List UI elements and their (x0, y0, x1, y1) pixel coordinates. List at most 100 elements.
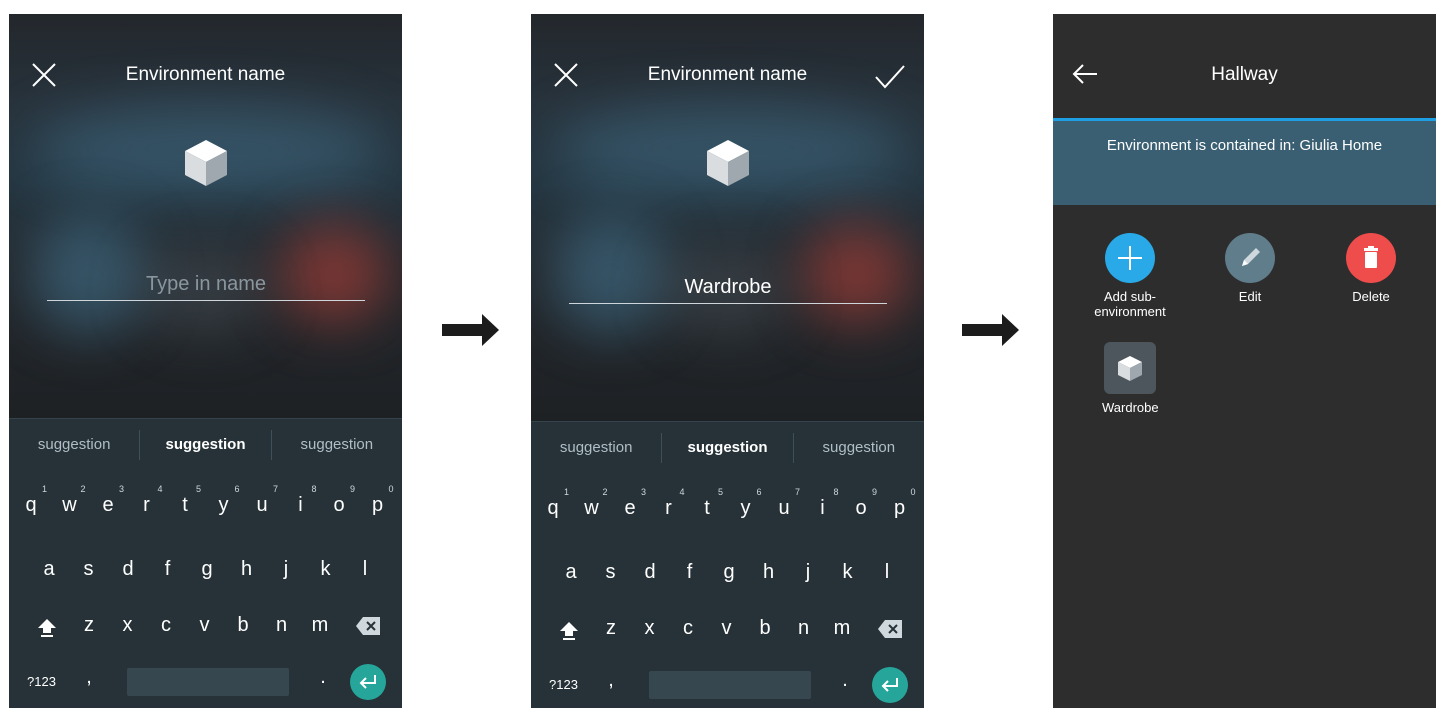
key-m[interactable]: m (302, 614, 338, 637)
key-v[interactable]: v (709, 617, 745, 640)
key-a[interactable]: a (553, 561, 589, 584)
key-f[interactable]: f (150, 558, 186, 581)
key-v[interactable]: v (187, 614, 223, 637)
backspace-icon[interactable] (877, 619, 903, 639)
symbols-key[interactable]: ?123 (27, 674, 56, 689)
key-l[interactable]: l (869, 561, 905, 584)
enter-icon[interactable] (872, 667, 908, 703)
key-b[interactable]: b (747, 617, 783, 640)
key-o[interactable]: o9 (321, 484, 357, 517)
key-comma[interactable]: , (593, 669, 629, 692)
key-i[interactable]: i8 (805, 487, 841, 520)
key-number-hint: 0 (910, 487, 916, 497)
key-s[interactable]: s (593, 561, 629, 584)
key-n[interactable]: n (786, 617, 822, 640)
key-n[interactable]: n (264, 614, 300, 637)
key-z[interactable]: z (593, 617, 629, 640)
key-y[interactable]: y6 (728, 487, 764, 520)
suggestion-center[interactable]: suggestion (140, 436, 270, 453)
symbols-key[interactable]: ?123 (549, 677, 578, 692)
key-w[interactable]: w2 (574, 487, 610, 520)
key-number-hint: 8 (833, 487, 839, 497)
key-a[interactable]: a (31, 558, 67, 581)
sub-environment-tile[interactable]: Wardrobe (1102, 342, 1159, 415)
space-bar[interactable] (127, 668, 289, 696)
key-o[interactable]: o9 (843, 487, 879, 520)
key-s[interactable]: s (71, 558, 107, 581)
key-number-hint: 6 (756, 487, 762, 497)
key-number-hint: 7 (794, 487, 800, 497)
key-b[interactable]: b (225, 614, 261, 637)
check-icon[interactable] (874, 64, 906, 90)
key-z[interactable]: z (71, 614, 107, 637)
key-comma[interactable]: , (71, 666, 107, 689)
key-j[interactable]: j (790, 561, 826, 584)
app-header: Hallway (1053, 14, 1436, 118)
suggestion-right[interactable]: suggestion (794, 439, 924, 456)
onscreen-keyboard: q 1 w 2 e 3 r 4 t 5 y 6 u 7 i 8 o 9 p 0 a s d f g h j k l z x c v b n m ?123… (9, 470, 402, 708)
key-period[interactable]: . (305, 666, 341, 689)
backspace-icon[interactable] (355, 616, 381, 636)
key-p[interactable]: p0 (882, 487, 918, 520)
key-number-hint: 8 (311, 484, 317, 494)
keyboard-row-4: ?123,. (9, 664, 402, 708)
key-q[interactable]: q1 (13, 484, 49, 517)
key-i[interactable]: i8 (283, 484, 319, 517)
key-x[interactable]: x (632, 617, 668, 640)
key-number-hint: 1 (563, 487, 569, 497)
right-arrow-icon (962, 314, 1019, 346)
key-number-hint: 5 (195, 484, 201, 494)
key-k[interactable]: k (830, 561, 866, 584)
key-p[interactable]: p0 (360, 484, 396, 517)
key-g[interactable]: g (189, 558, 225, 581)
edit-button[interactable]: Edit (1205, 233, 1295, 304)
keyboard-row-3: zxcvbnm (9, 614, 402, 668)
key-h[interactable]: h (229, 558, 265, 581)
key-k[interactable]: k (308, 558, 344, 581)
environment-name-input[interactable] (47, 269, 365, 301)
delete-label: Delete (1352, 289, 1390, 304)
shift-icon[interactable] (36, 616, 58, 638)
keyboard-row-4: ?123,. (531, 667, 924, 708)
key-w[interactable]: w2 (52, 484, 88, 517)
suggestion-right[interactable]: suggestion (272, 436, 402, 453)
key-r[interactable]: r4 (651, 487, 687, 520)
key-g[interactable]: g (711, 561, 747, 584)
key-period[interactable]: . (827, 669, 863, 692)
suggestion-left[interactable]: suggestion (531, 439, 661, 456)
key-f[interactable]: f (672, 561, 708, 584)
right-arrow-icon (442, 314, 499, 346)
key-e[interactable]: e3 (612, 487, 648, 520)
key-e[interactable]: e3 (90, 484, 126, 517)
page-title: Environment name (125, 64, 286, 85)
plus-icon (1105, 233, 1155, 283)
suggestion-center[interactable]: suggestion (662, 439, 792, 456)
key-c[interactable]: c (148, 614, 184, 637)
delete-button[interactable]: Delete (1326, 233, 1416, 304)
key-h[interactable]: h (751, 561, 787, 584)
shift-icon[interactable] (558, 619, 580, 641)
environment-name-input[interactable] (569, 272, 887, 304)
key-t[interactable]: t5 (689, 487, 725, 520)
key-d[interactable]: d (632, 561, 668, 584)
page-title: Hallway (1211, 64, 1278, 85)
key-t[interactable]: t5 (167, 484, 203, 517)
key-u[interactable]: u7 (766, 487, 802, 520)
space-bar[interactable] (649, 671, 811, 699)
key-r[interactable]: r4 (129, 484, 165, 517)
key-l[interactable]: l (347, 558, 383, 581)
key-u[interactable]: u7 (244, 484, 280, 517)
add-sub-environment-button[interactable]: Add sub- environment (1085, 233, 1175, 319)
key-j[interactable]: j (268, 558, 304, 581)
key-number-hint: 3 (118, 484, 124, 494)
key-m[interactable]: m (824, 617, 860, 640)
key-y[interactable]: y6 (206, 484, 242, 517)
key-x[interactable]: x (110, 614, 146, 637)
key-q[interactable]: q1 (535, 487, 571, 520)
suggestion-left[interactable]: suggestion (9, 436, 139, 453)
key-c[interactable]: c (670, 617, 706, 640)
keyboard-row-2: asdfghjkl (9, 558, 402, 612)
enter-icon[interactable] (350, 664, 386, 700)
key-d[interactable]: d (110, 558, 146, 581)
key-number-hint: 7 (272, 484, 278, 494)
